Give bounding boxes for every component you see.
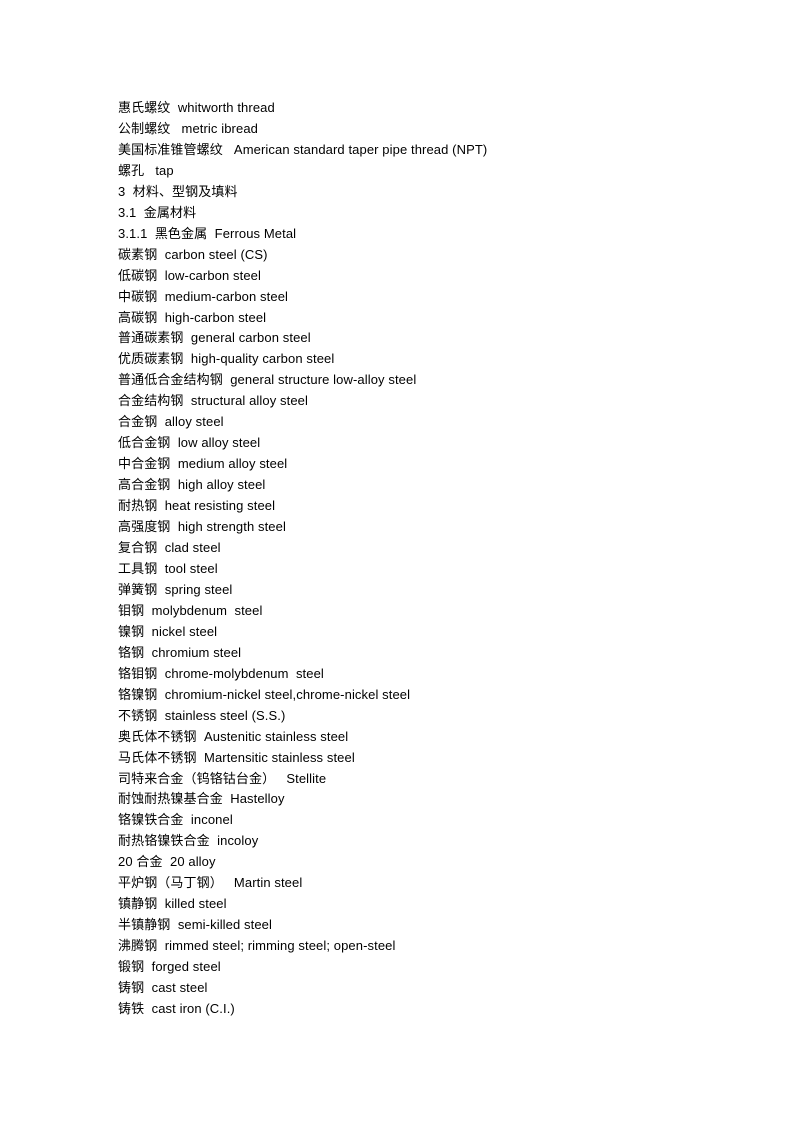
text-line: 20 合金 20 alloy [118,854,216,870]
text-line: 奥氏体不锈钢 Austenitic stainless steel [118,728,349,744]
text-line: 高合金钢 high alloy steel [118,477,266,493]
text-line: 中碳钢 medium-carbon steel [118,288,289,304]
text-line: 铬钼钢 chrome-molybdenum steel [118,665,324,681]
text-line: 铸钢 cast steel [118,980,208,996]
text-line: 镇静钢 killed steel [118,896,227,912]
text-line: 碳素钢 carbon steel (CS) [118,246,268,262]
document-page: 惠氏螺纹 whitworth thread 公制螺纹 metric ibread… [0,0,794,1123]
text-line: 锻钢 forged steel [118,959,221,975]
text-line: 弹簧钢 spring steel [118,581,233,597]
text-line: 马氏体不锈钢 Martensitic stainless steel [118,749,355,765]
text-line: 低合金钢 low alloy steel [118,435,261,451]
text-line: 铬钢 chromium steel [118,644,242,660]
text-line: 钼钢 molybdenum steel [118,602,263,618]
text-line: 复合钢 clad steel [118,540,221,556]
text-line: 沸腾钢 rimmed steel; rimming steel; open-st… [118,938,396,954]
text-line: 中合金钢 medium alloy steel [118,456,288,472]
text-line: 不锈钢 stainless steel (S.S.) [118,707,286,723]
text-line: 美国标准锥管螺纹 American standard taper pipe th… [118,141,488,157]
text-line: 螺孔 tap [118,162,174,178]
text-line: 普通碳素钢 general carbon steel [118,330,311,346]
text-line: 铬镍钢 chromium-nickel steel,chrome-nickel … [118,686,411,702]
text-line: 合金钢 alloy steel [118,414,224,430]
text-line: 铬镍铁合金 inconel [118,812,233,828]
text-line: 耐热铬镍铁合金 incoloy [118,833,259,849]
text-line: 耐热钢 heat resisting steel [118,498,276,514]
glossary-text-body: 惠氏螺纹 whitworth thread 公制螺纹 metric ibread… [118,98,718,1020]
text-line: 铸铁 cast iron (C.I.) [118,1000,235,1016]
text-line: 镍钢 nickel steel [118,623,218,639]
text-line: 平炉钢（马丁钢） Martin steel [118,875,303,891]
text-line: 高碳钢 high-carbon steel [118,309,267,325]
text-line: 公制螺纹 metric ibread [118,120,258,136]
text-line: 惠氏螺纹 whitworth thread [118,100,275,115]
text-line: 司特来合金（钨铬钴台金） Stellite [118,770,327,786]
text-line: 优质碳素钢 high-quality carbon steel [118,351,335,367]
text-line: 低碳钢 low-carbon steel [118,267,261,283]
section-heading-3-1-1: 3.1.1 黑色金属 Ferrous Metal [118,225,297,241]
section-heading-3: 3 材料、型钢及填料 [118,183,238,199]
section-heading-3-1: 3.1 金属材料 [118,204,197,220]
text-line: 普通低合金结构钢 general structure low-alloy ste… [118,372,417,388]
text-line: 合金结构钢 structural alloy steel [118,393,309,409]
text-line: 耐蚀耐热镍基合金 Hastelloy [118,791,285,807]
text-line: 工具钢 tool steel [118,560,218,576]
text-line: 高强度钢 high strength steel [118,519,286,535]
text-line: 半镇静钢 semi-killed steel [118,917,272,933]
